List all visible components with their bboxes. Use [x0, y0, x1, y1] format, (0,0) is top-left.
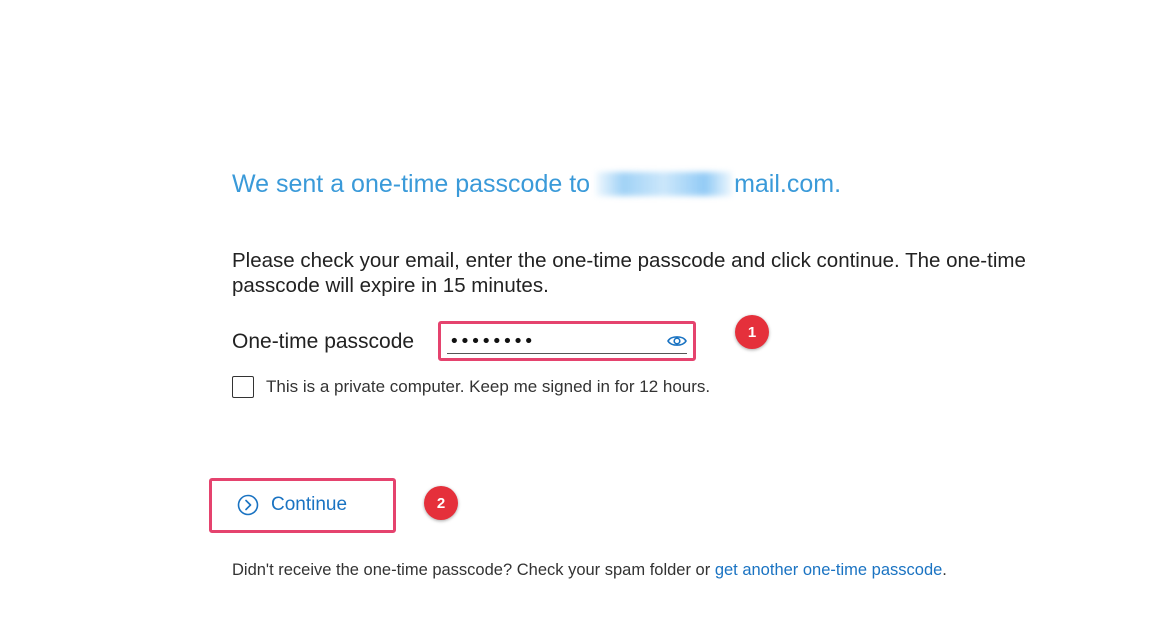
resend-help-prefix: Didn't receive the one-time passcode? Ch… — [232, 561, 711, 579]
otp-underline — [447, 353, 687, 354]
resend-passcode-link[interactable]: get another one-time passcode — [715, 561, 942, 579]
otp-highlight-frame — [438, 321, 696, 361]
heading-email-domain: mail.com. — [734, 170, 842, 198]
resend-help-text: Didn't receive the one-time passcode? Ch… — [232, 561, 947, 580]
otp-label: One-time passcode — [232, 330, 415, 353]
continue-label: Continue — [271, 494, 348, 515]
remember-me-row: This is a private computer. Keep me sign… — [232, 376, 710, 398]
annotation-badge-1: 1 — [735, 315, 769, 349]
otp-input[interactable] — [449, 330, 649, 352]
chevron-circle-right-icon — [237, 494, 259, 516]
resend-help-suffix: . — [942, 561, 947, 579]
redacted-email-blur — [596, 172, 733, 196]
page-heading: We sent a one-time passcode to mail.com. — [232, 170, 841, 199]
eye-icon[interactable] — [667, 333, 687, 349]
annotation-badge-2: 2 — [424, 486, 458, 520]
instructions-text: Please check your email, enter the one-t… — [232, 249, 1026, 297]
remember-me-checkbox[interactable] — [232, 376, 254, 398]
continue-button[interactable]: Continue — [237, 494, 347, 516]
remember-me-label: This is a private computer. Keep me sign… — [266, 377, 711, 396]
heading-prefix: We sent a one-time passcode to — [232, 170, 591, 198]
